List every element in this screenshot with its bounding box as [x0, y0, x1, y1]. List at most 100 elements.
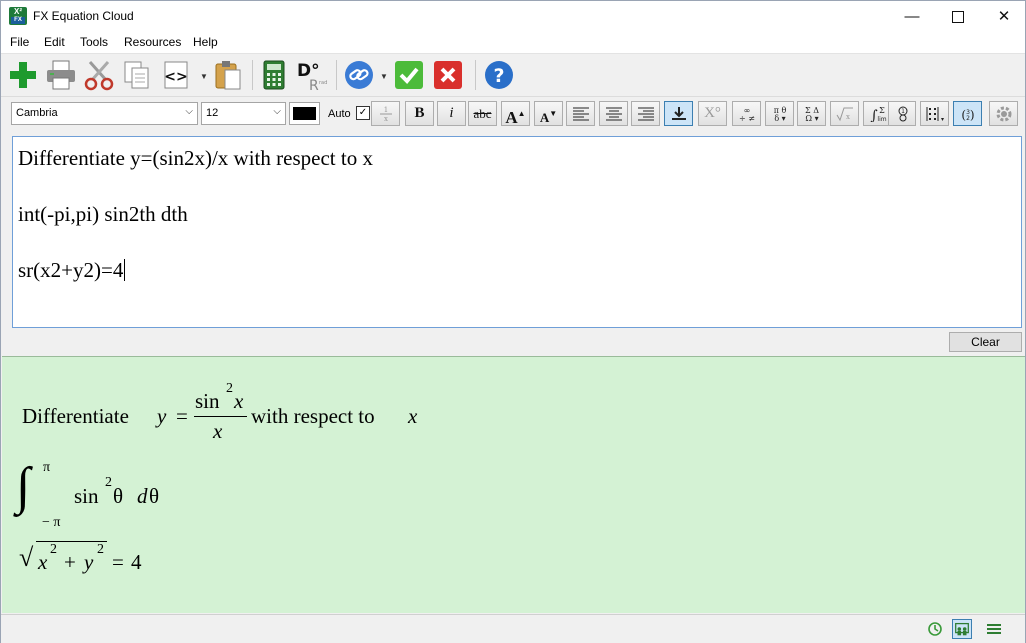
align-left-button[interactable]	[566, 101, 595, 126]
degrees-radians-icon[interactable]: D° R rad	[295, 58, 329, 92]
eq2-power: 2	[105, 475, 112, 490]
italic-button[interactable]: i	[437, 101, 466, 126]
eq3-value: 4	[131, 550, 142, 574]
community-icon[interactable]	[952, 619, 972, 639]
svg-text:1: 1	[384, 106, 388, 114]
operators-button[interactable]: ∞ ÷ ≠	[732, 101, 761, 126]
eq1-numerator: sin	[195, 389, 220, 413]
gear-icon	[996, 106, 1012, 122]
eq3-y-power: 2	[97, 542, 104, 557]
align-center-icon	[606, 107, 622, 121]
sigma-omega-icon: Σ ΔΩ ▾	[805, 106, 819, 122]
code-icon[interactable]: <>	[159, 58, 193, 92]
symbols-button[interactable]: Σ ΔΩ ▾	[797, 101, 826, 126]
eq3-x-power: 2	[50, 542, 57, 557]
radical-symbol: √	[19, 543, 34, 572]
chevron-down-icon: ⌵	[185, 106, 193, 117]
maximize-button[interactable]	[935, 1, 981, 32]
add-icon[interactable]	[6, 58, 40, 92]
circled-numbers-button[interactable]: 1	[888, 101, 916, 126]
infinity-operators-icon: ∞÷ ≠	[739, 106, 755, 122]
chevron-down-icon: ⌵	[273, 106, 281, 117]
menu-edit[interactable]: Edit	[44, 35, 65, 49]
shrink-font-button[interactable]: A▼	[534, 101, 563, 126]
svg-text:x: x	[846, 113, 850, 121]
menu-list-icon[interactable]	[984, 619, 1004, 639]
code-dropdown-icon[interactable]: ▼	[200, 72, 208, 81]
history-icon[interactable]	[925, 619, 945, 639]
link-dropdown-icon[interactable]: ▼	[380, 72, 388, 81]
eq1-prefix: Differentiate	[22, 404, 129, 428]
vertical-align-button[interactable]	[664, 101, 693, 126]
fraction-bar	[194, 416, 247, 417]
integral-sum-icon: ∫ Σlim	[870, 106, 886, 122]
close-button[interactable]: ✕	[981, 1, 1026, 32]
align-left-icon	[573, 107, 589, 121]
eq2-func: sin	[74, 484, 99, 508]
cancel-icon[interactable]	[431, 58, 465, 92]
paste-icon[interactable]	[211, 58, 245, 92]
align-center-button[interactable]	[599, 101, 628, 126]
color-swatch	[293, 107, 316, 120]
font-family-select[interactable]: Cambria ⌵	[11, 102, 198, 125]
greek-letters-button[interactable]: π θδ ▾	[765, 101, 794, 126]
superscript-button[interactable]: X°	[698, 101, 727, 126]
svg-text:rad: rad	[319, 80, 327, 86]
grow-font-button[interactable]: A▲	[501, 101, 530, 127]
help-icon[interactable]: ?	[482, 58, 516, 92]
eq1-num-var: x	[234, 389, 244, 413]
app-window: X² FX FX Equation Cloud — ✕ File Edit To…	[0, 0, 1026, 643]
eq2-dvar: θ	[149, 484, 160, 508]
align-right-button[interactable]	[631, 101, 660, 126]
equation-input-editor[interactable]: Differentiate y=(sin2x)/x with respect t…	[12, 136, 1022, 328]
clear-button[interactable]: Clear	[949, 332, 1022, 352]
cut-icon[interactable]	[82, 58, 116, 92]
svg-text:Σ: Σ	[879, 106, 885, 115]
toolbar-separator	[252, 60, 253, 90]
auto-checkbox[interactable]: ✓	[356, 106, 370, 120]
radical-button[interactable]: x	[830, 101, 859, 126]
binomial-button[interactable]: ( ) 3 2	[953, 101, 982, 126]
svg-text:÷ ≠: ÷ ≠	[739, 114, 755, 122]
menu-help[interactable]: Help	[193, 35, 218, 49]
minimize-button[interactable]: —	[889, 1, 935, 32]
align-right-icon	[638, 107, 654, 121]
eq2-var: θ	[113, 484, 124, 508]
bold-button[interactable]: B	[405, 101, 434, 126]
menu-file[interactable]: File	[10, 35, 29, 49]
menu-resources[interactable]: Resources	[124, 35, 181, 49]
svg-text:x: x	[384, 115, 388, 122]
accept-icon[interactable]	[392, 58, 426, 92]
integral-upper-limit: π	[43, 460, 51, 475]
fraction-button[interactable]: 1x	[371, 101, 400, 126]
eq1-y: y	[157, 404, 167, 428]
greek-letters-icon: π θδ ▾	[774, 106, 787, 122]
svg-text:R: R	[309, 78, 319, 92]
integral-symbol: ∫	[16, 458, 31, 515]
binomial-icon: ( )32	[961, 108, 974, 122]
eq1-power: 2	[226, 381, 233, 396]
settings-button[interactable]	[989, 101, 1018, 126]
svg-text:lim: lim	[877, 116, 886, 122]
menu-tools[interactable]: Tools	[80, 35, 108, 49]
svg-text:δ ▾: δ ▾	[774, 114, 785, 122]
input-line: Differentiate y=(sin2x)/x with respect t…	[18, 146, 373, 170]
matrix-button[interactable]: ▾	[920, 101, 949, 126]
eq1-suffix: with respect to	[251, 404, 375, 428]
input-line: sr(x2+y2)=4	[18, 258, 126, 282]
toolbar-separator	[475, 60, 476, 90]
print-icon[interactable]	[44, 58, 78, 92]
copy-icon[interactable]	[120, 58, 154, 92]
calculator-icon[interactable]	[257, 58, 291, 92]
strikethrough-button[interactable]: abc	[468, 101, 497, 126]
eq1-denominator: x	[213, 419, 223, 443]
toolbar-separator	[336, 60, 337, 90]
text-color-picker[interactable]	[289, 102, 320, 125]
svg-text:▾: ▾	[941, 117, 944, 122]
font-size-select[interactable]: 12 ⌵	[201, 102, 286, 125]
eq3-equals: =	[112, 550, 124, 574]
matrix-icon: ▾	[926, 107, 944, 122]
format-toolbar: Cambria ⌵ 12 ⌵ Auto ✓ 1x B i abc A▲ A▼ X…	[1, 96, 1025, 132]
maximize-icon	[952, 11, 964, 24]
link-icon[interactable]	[342, 58, 376, 92]
